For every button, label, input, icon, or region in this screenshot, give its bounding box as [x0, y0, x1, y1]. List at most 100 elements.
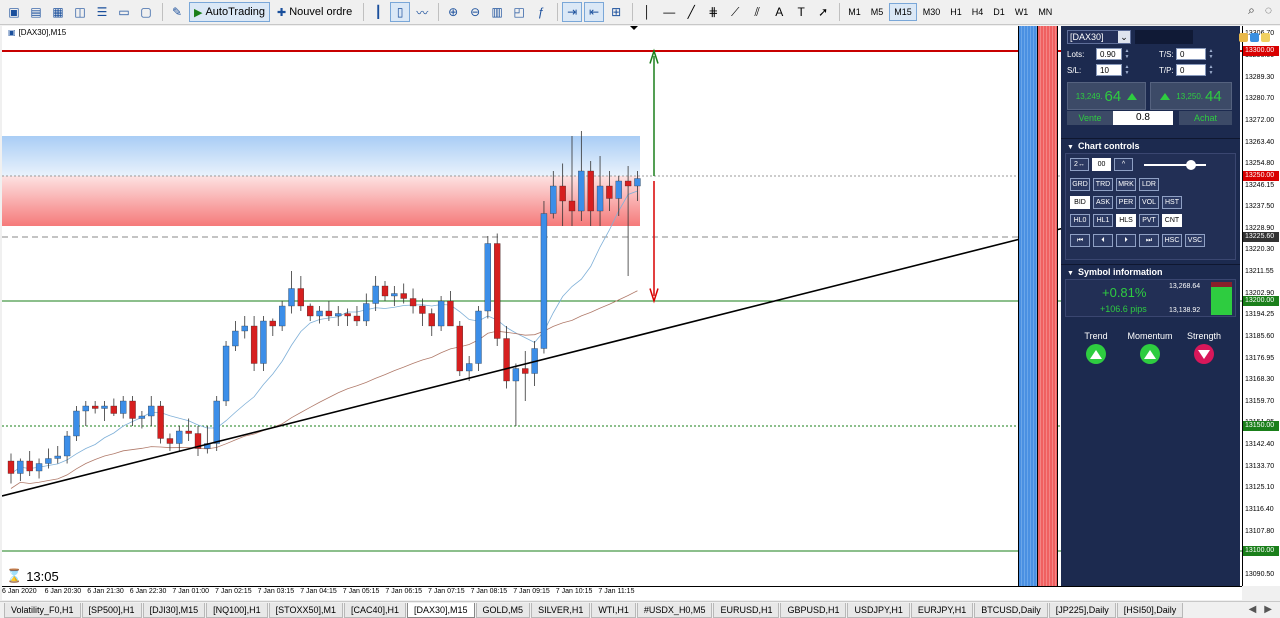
- tile-windows-icon[interactable]: ▥: [487, 2, 507, 22]
- chart-tab[interactable]: GBPUSD,H1: [780, 603, 847, 618]
- crosshair-icon[interactable]: —: [659, 2, 679, 22]
- chart-control-row1-0[interactable]: 2↔: [1070, 158, 1089, 171]
- lots-spinner[interactable]: ▲ ▼: [1124, 48, 1130, 60]
- time-axis[interactable]: 6 Jan 2020 6 Jan 20:30 6 Jan 21:30 6 Jan 22…: [2, 586, 1242, 600]
- channel-icon[interactable]: ⫽: [747, 2, 767, 22]
- search-icon[interactable]: ⌕: [1248, 3, 1255, 18]
- auto-scroll-icon[interactable]: ⇥: [562, 2, 583, 22]
- zoom-out-icon[interactable]: ⊖: [465, 2, 485, 22]
- timeframe-m15[interactable]: M15: [889, 3, 917, 21]
- timeframe-d1[interactable]: D1: [989, 3, 1009, 21]
- chart-control-per[interactable]: PER: [1116, 196, 1136, 209]
- tab-next-icon[interactable]: ▶: [1264, 604, 1272, 615]
- strategy-tester-icon[interactable]: ▢: [136, 2, 156, 22]
- timeframe-m1[interactable]: M1: [844, 3, 865, 21]
- chart-tab[interactable]: [DAX30],M15: [407, 603, 475, 618]
- chart-tab[interactable]: WTI,H1: [591, 603, 636, 618]
- chart-control-nav-5[interactable]: VSC: [1185, 234, 1205, 247]
- price-scale[interactable]: 13306.7013298.0013289.3013280.7013272.00…: [1242, 26, 1280, 586]
- stop-loss-spinner[interactable]: ▲ ▼: [1124, 64, 1130, 76]
- chart-tab[interactable]: SILVER,H1: [531, 603, 591, 618]
- symbol-select[interactable]: [DAX30] ⌄: [1067, 30, 1131, 44]
- chat-icon[interactable]: ◌: [1265, 3, 1272, 18]
- chart-controls-header[interactable]: ▼ Chart controls: [1061, 138, 1240, 152]
- line-chart-icon[interactable]: 〰: [412, 2, 432, 22]
- chart-control-trd[interactable]: TRD: [1093, 178, 1113, 191]
- timeframe-m30[interactable]: M30: [919, 3, 945, 21]
- sell-price-button[interactable]: 13,249. 64: [1067, 82, 1146, 110]
- chart-control-bid[interactable]: BID: [1070, 196, 1090, 209]
- indicators-icon[interactable]: ƒ: [531, 2, 551, 22]
- chart-tab[interactable]: [JP225],Daily: [1048, 603, 1116, 618]
- chart-control-mrk[interactable]: MRK: [1116, 178, 1136, 191]
- trailing-stop-input[interactable]: 0: [1176, 48, 1206, 60]
- arrows-icon[interactable]: ➚: [813, 2, 833, 22]
- chart-tab[interactable]: GOLD,M5: [475, 603, 531, 618]
- chart-tab[interactable]: EURUSD,H1: [713, 603, 780, 618]
- take-profit-spinner[interactable]: ▲ ▼: [1208, 64, 1214, 76]
- timeframe-w1[interactable]: W1: [1011, 3, 1033, 21]
- chart-tab[interactable]: EURJPY,H1: [910, 603, 974, 618]
- chart-control-nav-1[interactable]: ⏴: [1093, 234, 1113, 247]
- chart-tab[interactable]: Volatility_F0,H1: [4, 603, 81, 618]
- stop-loss-input[interactable]: 10: [1096, 64, 1122, 76]
- chart-tab[interactable]: #USDX_H0,M5: [636, 603, 713, 618]
- new-chart-icon[interactable]: ▣: [4, 2, 24, 22]
- chart-control-row1-2[interactable]: ^: [1114, 158, 1133, 171]
- chart-control-cnt[interactable]: CNT: [1162, 214, 1182, 227]
- metaeditor-icon[interactable]: ✎: [167, 2, 187, 22]
- chart-control-pvt[interactable]: PVT: [1139, 214, 1159, 227]
- chart-control-nav-0[interactable]: ⏮: [1070, 234, 1090, 247]
- chart-control-hls[interactable]: HLS: [1116, 214, 1136, 227]
- lots-input[interactable]: 0.90: [1096, 48, 1122, 60]
- chart-tab[interactable]: [CAC40],H1: [343, 603, 407, 618]
- timeframe-h4[interactable]: H4: [968, 3, 988, 21]
- data-window-icon[interactable]: ◫: [70, 2, 90, 22]
- timeframe-h1[interactable]: H1: [946, 3, 966, 21]
- chart-control-hst[interactable]: HST: [1162, 196, 1182, 209]
- buy-price-button[interactable]: 13,250. 44: [1150, 82, 1232, 110]
- cursor-icon[interactable]: │: [637, 2, 657, 22]
- alert-icon[interactable]: [1261, 32, 1270, 42]
- chart-tab[interactable]: [SP500],H1: [81, 603, 142, 618]
- chart-control-nav-2[interactable]: ⏵: [1116, 234, 1136, 247]
- trailing-stop-spinner[interactable]: ▲ ▼: [1208, 48, 1214, 60]
- navigator-icon[interactable]: ☰: [92, 2, 112, 22]
- zoom-slider-knob[interactable]: [1186, 160, 1196, 170]
- new-order-button[interactable]: ✚ Nouvel ordre: [272, 2, 357, 22]
- horizontal-line-icon[interactable]: ⋕: [703, 2, 723, 22]
- chart-control-grd[interactable]: GRD: [1070, 178, 1090, 191]
- chart-tab[interactable]: [STOXX50],M1: [268, 603, 343, 618]
- chart-tab[interactable]: [DJI30],M15: [142, 603, 206, 618]
- buy-button[interactable]: Achat: [1179, 111, 1232, 125]
- chart-tab[interactable]: [HSI50],Daily: [1116, 603, 1184, 618]
- chart-control-ldr[interactable]: LDR: [1139, 178, 1159, 191]
- settings-icon[interactable]: [1239, 32, 1248, 42]
- vertical-line-icon[interactable]: ╱: [681, 2, 701, 22]
- chart-tab[interactable]: BTCUSD,Daily: [974, 603, 1048, 618]
- zoom-in-icon[interactable]: ⊕: [443, 2, 463, 22]
- chart-control-nav-3[interactable]: ⏭: [1139, 234, 1159, 247]
- fibonacci-icon[interactable]: A: [769, 2, 789, 22]
- profiles-icon[interactable]: ▤: [26, 2, 46, 22]
- zoom-slider[interactable]: [1144, 164, 1206, 166]
- sell-button[interactable]: Vente: [1067, 111, 1113, 125]
- chart-shift-icon[interactable]: ⇤: [584, 2, 605, 22]
- info-icon[interactable]: [1250, 32, 1259, 42]
- bar-chart-icon[interactable]: ┃: [368, 2, 388, 22]
- chart-control-ask[interactable]: ASK: [1093, 196, 1113, 209]
- chart-control-row1-1[interactable]: 00: [1092, 158, 1111, 171]
- text-label-icon[interactable]: T: [791, 2, 811, 22]
- chart-control-nav-4[interactable]: HSC: [1162, 234, 1182, 247]
- timeframe-mn[interactable]: MN: [1034, 3, 1056, 21]
- autotrading-button[interactable]: ▶ AutoTrading: [189, 2, 270, 22]
- chart-control-hl0[interactable]: HL0: [1070, 214, 1090, 227]
- chart-tab[interactable]: USDJPY,H1: [847, 603, 910, 618]
- symbol-info-header[interactable]: ▼ Symbol information: [1061, 264, 1240, 278]
- tab-prev-icon[interactable]: ◀: [1249, 604, 1257, 615]
- chart-control-hl1[interactable]: HL1: [1093, 214, 1113, 227]
- take-profit-input[interactable]: 0: [1176, 64, 1206, 76]
- terminal-icon[interactable]: ▭: [114, 2, 134, 22]
- templates-icon[interactable]: ◰: [509, 2, 529, 22]
- trendline-icon[interactable]: ⟋: [725, 2, 745, 22]
